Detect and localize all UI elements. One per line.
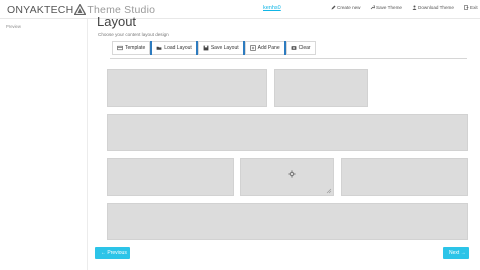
layout-pane[interactable] (107, 203, 468, 240)
nav-label: Exit (470, 5, 478, 10)
clear-button[interactable]: Clear (285, 41, 316, 55)
nav-label: Create new (337, 5, 361, 10)
layout-pane[interactable] (341, 158, 468, 196)
template-button[interactable]: Template (112, 41, 151, 55)
nav-save-theme[interactable]: Save Theme (370, 5, 402, 10)
exit-icon (464, 5, 469, 10)
add-pane-icon (249, 45, 256, 51)
top-navbar: ONYAKTECH Theme Studio kenhs0 Create new… (0, 0, 480, 19)
toolbar-divider-line (110, 58, 467, 59)
nav-download-theme[interactable]: Download Theme (412, 5, 454, 10)
save-layout-button-label: Save Layout (210, 45, 239, 51)
template-icon (117, 45, 123, 51)
folder-open-icon (156, 46, 162, 50)
page-title: Layout (97, 14, 137, 29)
previous-button[interactable]: ← Previous (95, 247, 130, 259)
load-layout-button-label: Load Layout (164, 45, 192, 51)
nav-exit[interactable]: Exit (464, 5, 478, 10)
nav-label: Download Theme (418, 5, 454, 10)
layout-pane[interactable] (107, 158, 234, 196)
next-button[interactable]: Next → (443, 247, 469, 259)
save-icon (203, 45, 209, 51)
add-pane-button-label: Add Pane (257, 45, 280, 51)
template-button-label: Template (125, 45, 146, 51)
add-pane-button[interactable]: Add Pane (244, 41, 285, 55)
nav-create-new[interactable]: Create new (331, 5, 361, 10)
wrench-icon (370, 5, 375, 10)
header-link[interactable]: kenhs0 (263, 5, 281, 11)
clear-button-label: Clear (298, 45, 311, 51)
toolbar-divider (284, 41, 287, 55)
pencil-icon (331, 5, 336, 10)
resize-handle-icon[interactable] (326, 188, 332, 194)
layout-pane[interactable] (107, 114, 468, 151)
save-layout-button[interactable]: Save Layout (197, 41, 244, 55)
layout-pane-selected[interactable] (240, 158, 334, 196)
layout-toolbar: Template Load Layout Save Layout Add Pan… (112, 41, 316, 55)
nav-label: Save Theme (376, 5, 402, 10)
triangle-logo-icon (74, 4, 87, 15)
sidebar: Preview (0, 19, 88, 270)
layout-pane[interactable] (274, 69, 368, 107)
page-subtitle: Choose your content layout design (98, 32, 169, 37)
layout-pane[interactable] (107, 69, 267, 107)
eraser-icon (291, 46, 297, 50)
toolbar-divider (149, 41, 152, 55)
load-layout-button[interactable]: Load Layout (151, 41, 197, 55)
move-icon[interactable] (288, 170, 296, 178)
toolbar-divider (243, 41, 246, 55)
sidebar-item-preview[interactable]: Preview (6, 24, 21, 29)
brand-name-left: ONYAKTECH (7, 3, 74, 16)
user-icon (412, 5, 417, 10)
toolbar-divider (196, 41, 199, 55)
